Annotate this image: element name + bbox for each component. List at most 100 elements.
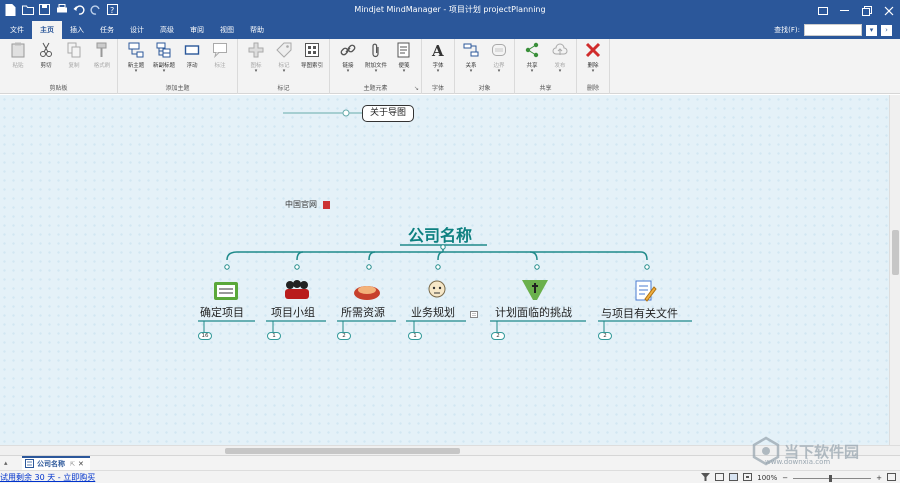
notes-button[interactable]: 便笺 ▾ xyxy=(390,42,418,76)
notes-dropdown-icon[interactable]: ▾ xyxy=(403,69,406,74)
zoom-in-icon[interactable]: + xyxy=(876,474,882,482)
vertical-scrollbar[interactable] xyxy=(889,95,900,445)
tag-marker-button[interactable]: 标记 ▾ xyxy=(270,42,298,76)
fit-window-icon[interactable] xyxy=(887,473,896,483)
publish-dropdown-icon[interactable]: ▾ xyxy=(559,69,562,74)
map-doc-icon xyxy=(25,458,34,470)
group-share-label: 共享 xyxy=(539,85,552,92)
ribbon-display-icon[interactable] xyxy=(812,0,834,21)
paste-label: 粘贴 xyxy=(12,63,24,69)
tab-advanced[interactable]: 高级 xyxy=(152,21,182,39)
search-dropdown-icon[interactable]: ▾ xyxy=(866,24,877,36)
copy-button[interactable]: 复制 xyxy=(60,42,88,76)
tab-insert[interactable]: 插入 xyxy=(62,21,92,39)
relationship-button[interactable]: 关系 ▾ xyxy=(457,42,485,76)
floating-topic-button[interactable]: 浮动 xyxy=(178,42,206,76)
collapsed-count-badge[interactable]: 2 xyxy=(598,332,612,340)
topic-challenges[interactable]: 计划面临的挑战 xyxy=(495,304,572,320)
zoom-level: 100% xyxy=(757,474,778,482)
layout-icon[interactable] xyxy=(729,473,739,483)
minimize-icon[interactable] xyxy=(834,0,856,21)
topic-confirm-project[interactable]: 确定项目 xyxy=(200,304,244,320)
horizontal-scroll-thumb[interactable] xyxy=(225,448,460,454)
paste-button[interactable]: 粘贴 xyxy=(4,42,32,76)
tab-help[interactable]: 帮助 xyxy=(242,21,272,39)
flag-icon xyxy=(248,42,264,58)
copy-label: 复制 xyxy=(68,63,80,69)
tab-close-icon[interactable]: ✕ xyxy=(78,460,84,468)
topic-project-team[interactable]: 项目小组 xyxy=(271,304,315,320)
tab-home[interactable]: 主页 xyxy=(32,21,62,39)
group-clipboard-label: 剪贴板 xyxy=(49,85,68,92)
new-subtopic-button[interactable]: 新副标题 ▾ xyxy=(150,42,178,76)
tab-task[interactable]: 任务 xyxy=(92,21,122,39)
topic-required-resources[interactable]: 所需资源 xyxy=(341,304,385,320)
trial-buy-link[interactable]: 试用剩余 30 天 - 立即购买 xyxy=(0,472,95,483)
attach-file-dropdown-icon[interactable]: ▾ xyxy=(375,69,378,74)
font-button[interactable]: A 字体 ▾ xyxy=(424,42,452,76)
tab-menu-icon[interactable]: ▴ xyxy=(4,459,8,467)
callout-icon xyxy=(212,42,228,58)
collapsed-count-badge[interactable]: 16 xyxy=(198,332,212,340)
topic-business-plan[interactable]: 业务规划 xyxy=(411,304,455,320)
central-topic[interactable]: 公司名称 xyxy=(408,222,472,246)
checklist-icon xyxy=(213,281,239,303)
group-markers-label: 标记 xyxy=(277,85,290,92)
topic-elements-launcher-icon[interactable]: ↘ xyxy=(414,85,419,92)
collapsed-count-badge[interactable]: 2 xyxy=(337,332,351,340)
format-painter-button[interactable]: 格式刷 xyxy=(88,42,116,76)
share-button[interactable]: 共享 ▾ xyxy=(518,42,546,76)
document-tab[interactable]: 公司名称 ⇱ ✕ xyxy=(22,456,90,470)
view-mode-icon[interactable] xyxy=(715,473,725,483)
share-dropdown-icon[interactable]: ▾ xyxy=(531,69,534,74)
tab-view[interactable]: 视图 xyxy=(212,21,242,39)
collapsed-count-badge[interactable]: 2 xyxy=(491,332,505,340)
topic-related-files[interactable]: 与项目有关文件 xyxy=(601,305,678,321)
vertical-scroll-thumb[interactable] xyxy=(892,230,899,275)
filter-icon[interactable] xyxy=(701,473,711,483)
link-button[interactable]: 链接 ▾ xyxy=(334,42,362,76)
delete-dropdown-icon[interactable]: ▾ xyxy=(592,69,595,74)
new-subtopic-dropdown-icon[interactable]: ▾ xyxy=(163,69,166,74)
font-dropdown-icon[interactable]: ▾ xyxy=(437,69,440,74)
tab-review[interactable]: 审阅 xyxy=(182,21,212,39)
map-index-button[interactable]: 导图索引 xyxy=(298,42,326,76)
tag-marker-dropdown-icon[interactable]: ▾ xyxy=(283,69,286,74)
zoom-slider-knob[interactable] xyxy=(829,474,833,482)
zoom-out-icon[interactable]: − xyxy=(782,474,788,482)
attach-file-button[interactable]: 附加文件 ▾ xyxy=(362,42,390,76)
boundary-button[interactable]: 边界 ▾ xyxy=(485,42,513,76)
window-controls xyxy=(812,0,900,21)
cut-button[interactable]: 剪切 xyxy=(32,42,60,76)
group-font: A 字体 ▾ 字体 xyxy=(422,39,455,94)
relationship-dropdown-icon[interactable]: ▾ xyxy=(470,69,473,74)
fit-map-icon[interactable] xyxy=(743,473,753,483)
floating-topic-official[interactable]: 中国官网 xyxy=(285,199,330,210)
topic-note-icon[interactable] xyxy=(470,311,478,320)
map-canvas[interactable]: 中国官网 关于导图 公司名称 确定项目 项目小组 所需资源 业务规划 计划面临的… xyxy=(0,95,889,445)
map-connectors xyxy=(198,109,692,335)
collapsed-count-badge[interactable]: 1 xyxy=(408,332,422,340)
callout-button[interactable]: 标注 xyxy=(206,42,234,76)
icon-marker-dropdown-icon[interactable]: ▾ xyxy=(255,69,258,74)
search-input[interactable] xyxy=(804,24,862,36)
new-topic-button[interactable]: 新主题 ▾ xyxy=(122,42,150,76)
tab-file[interactable]: 文件 xyxy=(2,21,32,39)
close-icon[interactable] xyxy=(878,0,900,21)
zoom-slider[interactable] xyxy=(793,474,872,482)
publish-button[interactable]: 发布 ▾ xyxy=(546,42,574,76)
link-dropdown-icon[interactable]: ▾ xyxy=(347,69,350,74)
delete-button[interactable]: 删除 ▾ xyxy=(579,42,607,76)
new-topic-dropdown-icon[interactable]: ▾ xyxy=(135,69,138,74)
search-go-icon[interactable]: › xyxy=(881,24,892,36)
restore-icon[interactable] xyxy=(856,0,878,21)
about-map-topic[interactable]: 关于导图 xyxy=(362,105,414,122)
tab-float-icon[interactable]: ⇱ xyxy=(70,461,75,468)
watermark-url: www.downxia.com xyxy=(765,458,831,466)
mindmanager-window: ? Mindjet MindManager - 项目计划 projectPlan… xyxy=(0,0,900,483)
boundary-dropdown-icon[interactable]: ▾ xyxy=(498,69,501,74)
collapsed-count-badge[interactable]: 1 xyxy=(267,332,281,340)
icon-marker-button[interactable]: 图标 ▾ xyxy=(242,42,270,76)
svg-text:A: A xyxy=(431,42,444,58)
tab-design[interactable]: 设计 xyxy=(122,21,152,39)
